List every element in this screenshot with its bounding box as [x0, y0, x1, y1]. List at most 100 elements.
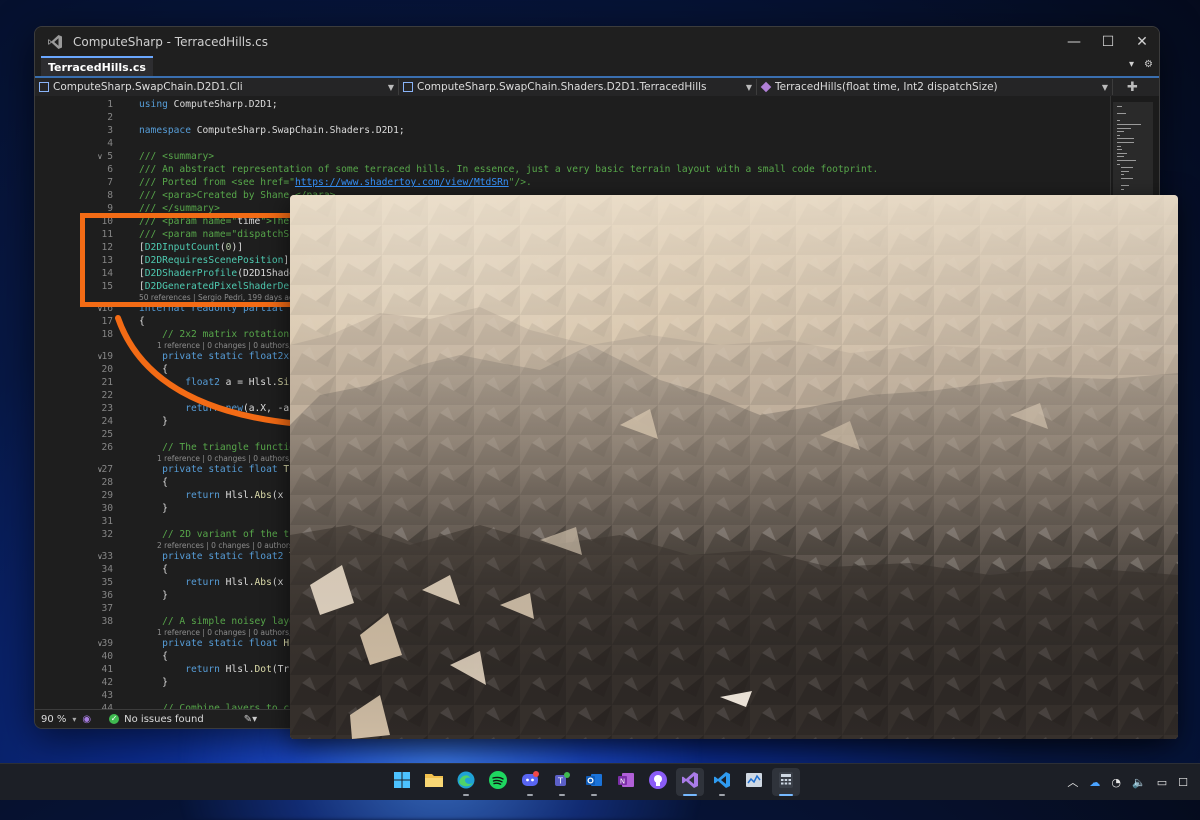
minimap-line: [1117, 120, 1120, 122]
code-token: float2x2: [248, 351, 295, 362]
code-token: }: [139, 503, 168, 514]
method-cube-icon: [760, 81, 772, 93]
type-combo[interactable]: ComputeSharp.SwapChain.Shaders.D2D1.Terr…: [399, 79, 757, 95]
code-token: {: [139, 316, 145, 327]
running-indicator: [591, 794, 597, 796]
task-manager-icon: [744, 770, 764, 794]
taskbar-github-desktop[interactable]: [644, 768, 672, 796]
issues-status[interactable]: No issues found: [124, 714, 204, 725]
taskbar-calculator[interactable]: [772, 768, 800, 796]
fold-chevron-icon[interactable]: ∨: [97, 637, 103, 650]
code-token: new: [225, 403, 243, 414]
svg-text:N: N: [620, 778, 625, 786]
line-number: 42: [101, 677, 113, 688]
svg-text:T: T: [557, 777, 563, 786]
minimap-line: [1117, 163, 1120, 165]
fold-chevron-icon[interactable]: ∨: [97, 550, 103, 563]
code-cleanup-brush-icon[interactable]: ✎▾: [244, 714, 257, 725]
navigation-bar: ComputeSharp.SwapChain.D2D1.Cli ▼ Comput…: [35, 78, 1159, 97]
onedrive-cloud-icon[interactable]: ☁: [1089, 776, 1100, 789]
taskbar-apps: TN: [388, 768, 800, 796]
teams-icon: T: [552, 770, 572, 794]
project-combo[interactable]: ComputeSharp.SwapChain.D2D1.Cli ▼: [35, 79, 399, 95]
minimap-line: [1117, 134, 1120, 136]
visual-studio-icon: [680, 770, 700, 794]
taskbar-outlook[interactable]: [580, 768, 608, 796]
tab-dropdown-icon[interactable]: ▾: [1129, 59, 1134, 70]
no-issues-check-icon: ✓: [109, 714, 120, 724]
attributes-highlight-box: [80, 213, 312, 307]
volume-icon[interactable]: 🔈: [1132, 776, 1146, 789]
code-line: /// <summary>: [139, 150, 214, 163]
code-token: using: [139, 99, 168, 110]
code-token: namespace: [139, 125, 191, 136]
github-icon: [648, 770, 668, 794]
taskbar-onenote[interactable]: N: [612, 768, 640, 796]
minimap-line: [1121, 185, 1129, 187]
chevron-up-icon[interactable]: ︿: [1067, 774, 1078, 790]
code-token: {: [139, 364, 168, 375]
battery-icon[interactable]: ▭: [1157, 776, 1167, 789]
line-number: 23: [101, 403, 113, 414]
fold-chevron-icon[interactable]: ∨: [97, 463, 103, 476]
code-token: /// Ported from <see href=": [139, 177, 295, 188]
project-icon: [39, 82, 49, 92]
taskbar-teams[interactable]: T: [548, 768, 576, 796]
notification-bell-icon[interactable]: ☐: [1178, 776, 1188, 789]
taskbar-file-explorer[interactable]: [420, 768, 448, 796]
line-number: 32: [101, 529, 113, 540]
code-line: }: [139, 415, 168, 428]
fold-chevron-icon[interactable]: ∨: [97, 150, 103, 163]
running-indicator: [719, 794, 725, 796]
type-combo-text: ComputeSharp.SwapChain.Shaders.D2D1.Terr…: [417, 81, 707, 93]
code-line: /// Ported from <see href="https://www.s…: [139, 176, 532, 189]
code-token: }: [139, 677, 168, 688]
code-line: {: [139, 363, 168, 376]
wifi-icon[interactable]: ◔: [1111, 776, 1121, 789]
fold-chevron-icon[interactable]: ∨: [97, 350, 103, 363]
code-token: return: [185, 577, 220, 588]
settings-gear-icon[interactable]: ⚙: [1144, 59, 1153, 70]
code-token: {: [139, 651, 168, 662]
running-indicator: [559, 794, 565, 796]
maximize-button[interactable]: ☐: [1091, 27, 1125, 57]
minimap-line: [1121, 170, 1130, 172]
split-view-plus-icon[interactable]: ✚: [1127, 80, 1138, 95]
window-title: ComputeSharp - TerracedHills.cs: [73, 35, 269, 49]
code-token: ComputeSharp.SwapChain.Shaders.D2D1;: [190, 125, 405, 136]
zoom-level[interactable]: 90 %: [35, 714, 72, 725]
tab-terracedhills[interactable]: TerracedHills.cs: [41, 56, 153, 76]
outlook-icon: [584, 770, 604, 794]
zoom-dropdown-icon[interactable]: ▾: [72, 715, 76, 724]
vscode-icon: [712, 770, 732, 794]
taskbar-task-manager[interactable]: [740, 768, 768, 796]
copilot-icon[interactable]: ◉: [82, 714, 91, 725]
chevron-down-icon: ▼: [745, 82, 752, 92]
type-icon: [403, 82, 413, 92]
running-indicator: [779, 794, 793, 796]
line-number: 36: [101, 590, 113, 601]
close-button[interactable]: ✕: [1125, 27, 1159, 57]
code-line: namespace ComputeSharp.SwapChain.Shaders…: [139, 124, 405, 137]
running-indicator: [683, 794, 697, 796]
folder-icon: [424, 771, 444, 793]
taskbar-vscode[interactable]: [708, 768, 736, 796]
taskbar-edge[interactable]: [452, 768, 480, 796]
taskbar-visual-studio[interactable]: [676, 768, 704, 796]
member-combo[interactable]: TerracedHills(float time, Int2 dispatchS…: [757, 79, 1113, 95]
code-token: https://www.shadertoy.com/view/MtdSRn: [294, 177, 509, 188]
minimize-button[interactable]: —: [1057, 27, 1091, 57]
taskbar-spotify[interactable]: [484, 768, 512, 796]
code-token: }: [139, 590, 168, 601]
code-token: {: [139, 564, 168, 575]
line-number: 34: [101, 564, 113, 575]
taskbar-discord[interactable]: [516, 768, 544, 796]
taskbar-windows-start[interactable]: [388, 768, 416, 796]
minimap-line: [1117, 142, 1134, 143]
